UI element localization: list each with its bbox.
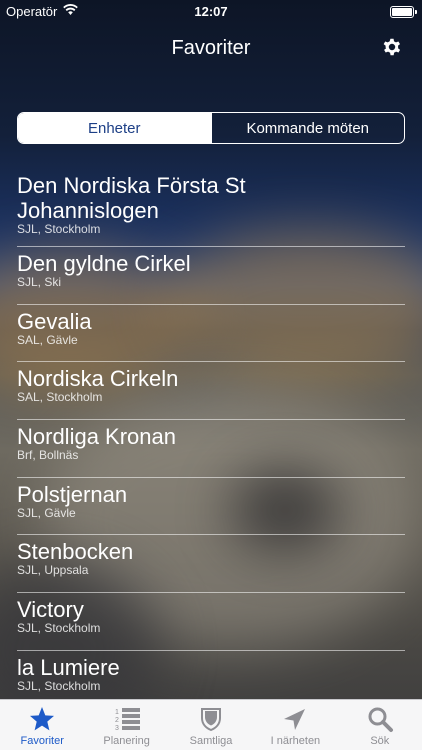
segment-enheter[interactable]: Enheter [18, 113, 211, 143]
tab-i-narheten[interactable]: I närheten [253, 700, 337, 750]
list-item[interactable]: Victory SJL, Stockholm [17, 593, 405, 651]
svg-text:2: 2 [115, 717, 119, 724]
unit-name: Den Nordiska Första St Johannislogen [17, 173, 246, 223]
list-item[interactable]: Gevalia SAL, Gävle [17, 305, 405, 363]
list-item[interactable]: Nordiska Cirkeln SAL, Stockholm [17, 362, 405, 421]
segment-kommande-moten[interactable]: Kommande möten [210, 113, 405, 143]
list-item[interactable]: Den Nordiska Första St Johannislogen SJL… [17, 170, 405, 247]
tab-label: Samtliga [189, 735, 233, 747]
svg-text:1: 1 [115, 709, 119, 716]
unit-name: Polstjernan [17, 481, 128, 507]
tab-samtliga[interactable]: Samtliga [169, 700, 253, 750]
unit-subtitle: SJL, Stockholm [17, 621, 101, 636]
search-icon [368, 707, 393, 732]
navigation-bar: Favoriter [0, 24, 422, 68]
page-title: Favoriter [171, 37, 251, 59]
unit-subtitle: SJL, Stockholm [17, 678, 101, 693]
tab-planering[interactable]: 1 2 3 Planering [84, 700, 168, 750]
list-item[interactable]: Polstjernan SJL, Gävle [17, 478, 405, 536]
favorites-list: Den Nordiska Första St Johannislogen SJL… [17, 170, 405, 709]
tab-sok[interactable]: Sök [338, 700, 422, 750]
unit-subtitle: SJL, Gävle [17, 505, 76, 520]
tab-label: Planering [103, 735, 150, 747]
svg-text:3: 3 [115, 725, 119, 732]
unit-subtitle: SJL, Ski [17, 275, 62, 289]
tab-label: I närheten [270, 735, 321, 747]
list-item[interactable]: Nordliga Kronan Brf, Bollnäs [17, 420, 405, 478]
unit-subtitle: Brf, Bollnäs [17, 448, 79, 463]
unit-name: Nordiska Cirkeln [17, 366, 179, 392]
list-item[interactable]: Stenbocken SJL, Uppsala [17, 535, 405, 594]
unit-subtitle: SJL, Uppsala [17, 563, 89, 578]
unit-name: Victory [17, 597, 84, 623]
numbered-list-icon: 1 2 3 [115, 708, 140, 732]
unit-subtitle: SAL, Stockholm [17, 390, 103, 405]
location-arrow-icon [284, 709, 306, 730]
shield-icon [201, 708, 222, 732]
unit-name: Stenbocken [17, 539, 134, 565]
unit-name: la Lumiere [17, 654, 120, 680]
status-bar: Operatör 12:07 [0, 0, 422, 24]
battery-icon [390, 6, 417, 18]
segmented-control: Enheter Kommande möten [17, 112, 405, 144]
unit-name: Nordliga Kronan [17, 424, 176, 450]
tab-label: Sök [370, 735, 390, 747]
unit-subtitle: SAL, Gävle [17, 332, 78, 347]
star-icon [30, 707, 55, 731]
tab-favoriter[interactable]: Favoriter [0, 700, 84, 750]
list-item[interactable]: Den gyldne Cirkel SJL, Ski [17, 247, 405, 305]
unit-subtitle: SJL, Stockholm [17, 222, 101, 236]
status-time: 12:07 [194, 4, 228, 19]
unit-name: Den gyldne Cirkel [17, 251, 191, 276]
tab-label: Favoriter [20, 735, 64, 747]
tab-bar: Favoriter 1 2 3 Planering Samtliga I när… [0, 699, 422, 750]
gear-icon[interactable] [381, 36, 403, 58]
unit-name: Gevalia [17, 308, 92, 334]
